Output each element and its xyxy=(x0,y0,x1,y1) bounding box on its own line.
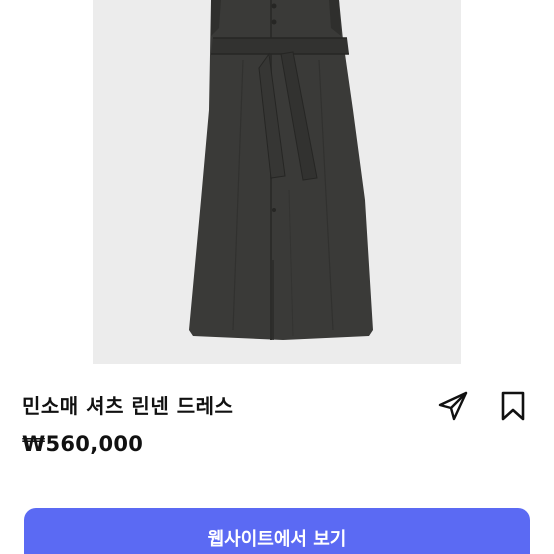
product-title: 민소매 셔츠 린넨 드레스 xyxy=(22,394,234,418)
dress-illustration xyxy=(93,0,461,364)
product-price: ₩560,000 xyxy=(22,432,144,456)
bookmark-button[interactable] xyxy=(496,389,530,423)
bookmark-icon xyxy=(501,391,525,421)
product-detail-page: 민소매 셔츠 린넨 드레스 ₩560,000 웹사이트에서 보기 xyxy=(0,0,554,554)
product-image[interactable] xyxy=(93,0,461,364)
view-website-button[interactable]: 웹사이트에서 보기 xyxy=(24,508,530,554)
send-icon xyxy=(438,391,468,421)
share-button[interactable] xyxy=(436,389,470,423)
